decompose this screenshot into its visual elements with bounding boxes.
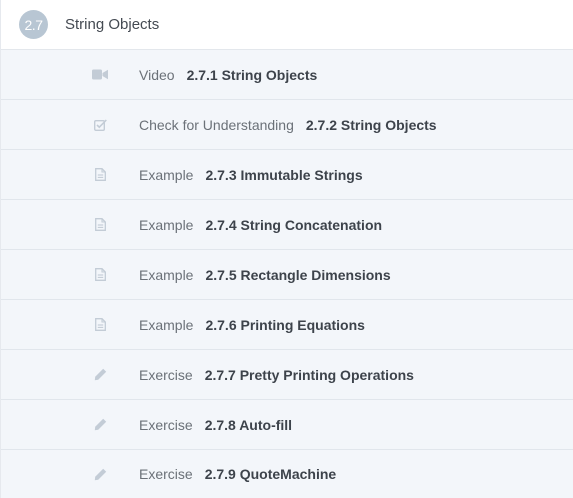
lesson-item-name: 2.7.9 QuoteMachine — [204, 466, 337, 482]
section-header[interactable]: 2.7 String Objects — [1, 0, 573, 50]
pencil-icon — [91, 418, 109, 431]
lesson-item-type: Example — [139, 166, 194, 183]
lesson-item-type: Check for Understanding — [139, 116, 294, 133]
lesson-item-name: 2.7.7 Pretty Printing Operations — [204, 366, 414, 383]
checkbox-icon — [91, 118, 109, 131]
lesson-item-type: Example — [139, 316, 194, 333]
lesson-item-video[interactable]: Video 2.7.1 String Objects — [1, 50, 573, 100]
lesson-item-name: 2.7.5 Rectangle Dimensions — [205, 266, 391, 283]
section-title: String Objects — [65, 16, 160, 33]
section-number-badge: 2.7 — [19, 10, 48, 39]
lesson-item-example[interactable]: Example 2.7.3 Immutable Strings — [1, 150, 573, 200]
lesson-item-name: 2.7.3 Immutable Strings — [205, 166, 363, 183]
document-icon — [91, 218, 109, 231]
lesson-item-exercise[interactable]: Exercise 2.7.7 Pretty Printing Operation… — [1, 350, 573, 400]
lesson-item-name: 2.7.4 String Concatenation — [205, 216, 383, 233]
lesson-item-name: 2.7.1 String Objects — [186, 66, 318, 83]
document-icon — [91, 268, 109, 281]
pencil-icon — [91, 368, 109, 381]
document-icon — [91, 318, 109, 331]
lesson-item-exercise[interactable]: Exercise 2.7.9 QuoteMachine — [1, 450, 573, 498]
lesson-item-type: Example — [139, 216, 194, 233]
lesson-item-exercise[interactable]: Exercise 2.7.8 Auto-fill — [1, 400, 573, 450]
video-camera-icon — [91, 69, 109, 80]
lesson-item-check[interactable]: Check for Understanding 2.7.2 String Obj… — [1, 100, 573, 150]
lesson-list: Video 2.7.1 String Objects Check for Und… — [1, 50, 573, 498]
lesson-item-type: Video — [139, 66, 175, 83]
pencil-icon — [91, 468, 109, 481]
lesson-item-name: 2.7.8 Auto-fill — [204, 416, 293, 433]
lesson-item-example[interactable]: Example 2.7.4 String Concatenation — [1, 200, 573, 250]
lesson-item-name: 2.7.2 String Objects — [305, 116, 437, 133]
lesson-item-example[interactable]: Example 2.7.5 Rectangle Dimensions — [1, 250, 573, 300]
lesson-item-type: Exercise — [139, 466, 193, 482]
document-icon — [91, 168, 109, 181]
lesson-item-type: Exercise — [139, 366, 193, 383]
lesson-item-example[interactable]: Example 2.7.6 Printing Equations — [1, 300, 573, 350]
lesson-item-type: Example — [139, 266, 194, 283]
lesson-item-name: 2.7.6 Printing Equations — [205, 316, 365, 333]
lesson-panel: 2.7 String Objects Video 2.7.1 String Ob… — [0, 0, 573, 498]
lesson-item-type: Exercise — [139, 416, 193, 433]
